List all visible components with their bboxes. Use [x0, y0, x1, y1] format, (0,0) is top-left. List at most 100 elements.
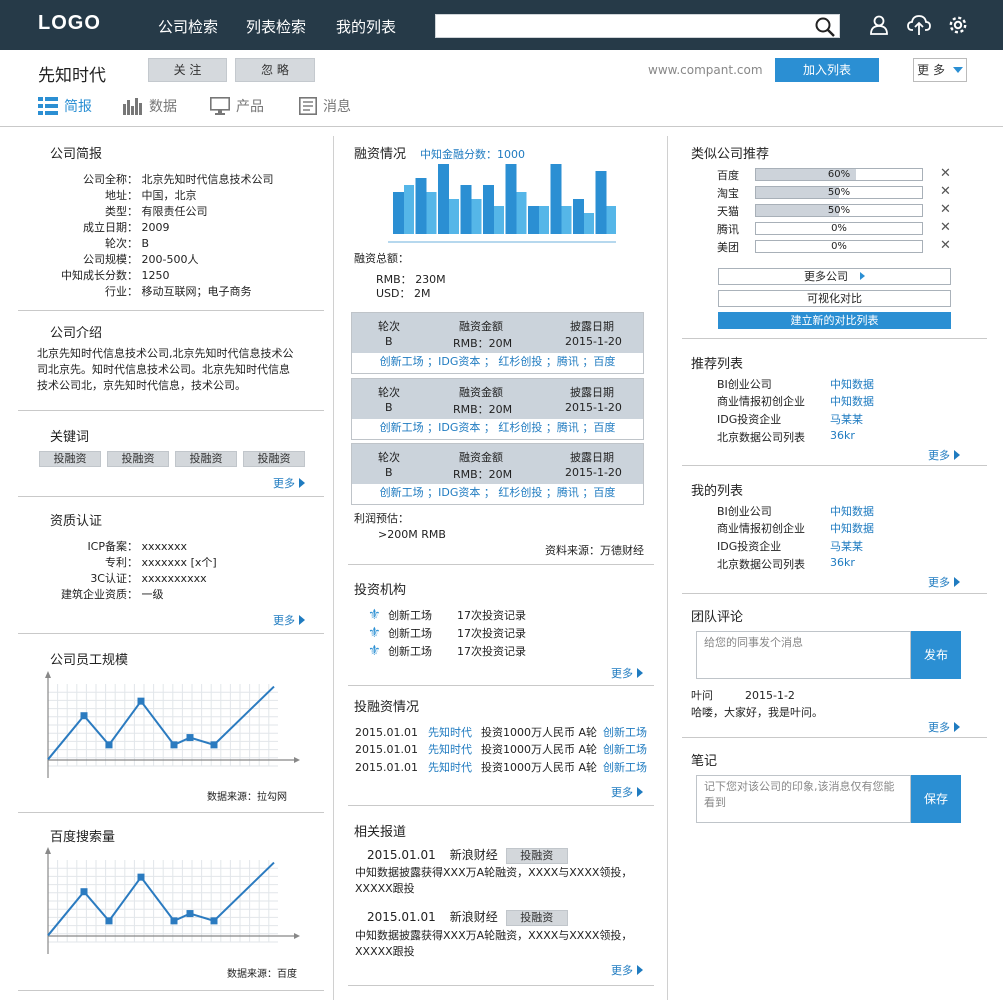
search-icon[interactable]	[814, 16, 836, 38]
list-name[interactable]: IDG投资企业	[717, 413, 781, 426]
news-text-cont[interactable]: XXXXX跟投	[355, 943, 415, 959]
recommend-more-link[interactable]: 更多	[928, 447, 960, 463]
amount-value: RMB：20M	[453, 403, 513, 416]
list-owner[interactable]: 中知数据	[830, 503, 874, 519]
brief-field-label: 公司规模：	[83, 253, 138, 266]
list-name[interactable]: IDG投资企业	[717, 540, 781, 553]
remove-icon[interactable]: ✕	[940, 203, 951, 216]
list-owner[interactable]: 中知数据	[830, 376, 874, 392]
intro-text: 北京先知时代信息技术公司,北京先知时代信息技术公司北京先。知时代信息技术公司。北…	[37, 347, 294, 392]
list-owner[interactable]: 马某某	[830, 538, 863, 554]
news-source[interactable]: 新浪财经	[450, 910, 498, 924]
list-owner[interactable]: 中知数据	[830, 520, 874, 536]
event-company[interactable]: 先知时代	[428, 726, 472, 739]
list-name[interactable]: 商业情报初创企业	[717, 522, 805, 535]
nav-my-list[interactable]: 我的列表	[336, 16, 396, 37]
event-investor[interactable]: 创新工场	[603, 726, 647, 739]
tab-messages[interactable]: 消息	[299, 96, 351, 116]
similar-company-name[interactable]: 百度	[717, 167, 739, 182]
investor-name[interactable]: 创新工场	[388, 609, 432, 622]
news-text[interactable]: 中知数据披露获得XXX万A轮融资，XXXX与XXXX领投，	[355, 864, 632, 880]
bar-chart-icon	[123, 97, 143, 115]
investor-links[interactable]: 创新工场 ；IDG资本 ； 红杉创投 ；腾讯 ；百度	[352, 419, 643, 439]
investors-more-link[interactable]: 更多	[611, 665, 643, 681]
financing-bar	[460, 185, 472, 234]
more-companies-button[interactable]: 更多公司	[718, 268, 951, 285]
mylist-more-link[interactable]: 更多	[928, 574, 960, 590]
keyword-tag[interactable]: 投融资	[243, 451, 305, 467]
gear-icon[interactable]	[947, 14, 969, 36]
investor-name[interactable]: 创新工场	[388, 627, 432, 640]
investor-name[interactable]: 创新工场	[388, 645, 432, 658]
similar-company-name[interactable]: 天猫	[717, 203, 739, 218]
keywords-title: 关键词	[50, 430, 90, 445]
note-input[interactable]: 记下您对该公司的印象,该消息仅有您能看到	[696, 775, 911, 823]
event-investor[interactable]: 创新工场	[603, 761, 647, 774]
brief-field-value: 有限责任公司	[141, 205, 208, 218]
remove-icon[interactable]: ✕	[940, 167, 951, 180]
tab-data[interactable]: 数据	[123, 96, 177, 116]
similarity-bar: 60%	[755, 168, 923, 181]
list-name[interactable]: 商业情报初创企业	[717, 395, 805, 408]
new-compare-list-button[interactable]: 建立新的对比列表	[718, 312, 951, 329]
list-name[interactable]: 北京数据公司列表	[717, 431, 805, 444]
news-tag[interactable]: 投融资	[505, 848, 568, 864]
visual-compare-button[interactable]: 可视化对比	[718, 290, 951, 307]
news-more-link[interactable]: 更多	[611, 962, 643, 978]
add-to-list-button[interactable]: 加入列表	[775, 58, 879, 82]
logo[interactable]: LOGO	[38, 12, 101, 35]
keyword-tag[interactable]: 投融资	[107, 451, 169, 467]
upload-icon[interactable]	[907, 14, 931, 36]
publish-button[interactable]: 发布	[911, 631, 961, 679]
nav-list-search[interactable]: 列表检索	[246, 16, 306, 37]
comment-input[interactable]: 给您的同事发个消息	[696, 631, 911, 679]
save-button[interactable]: 保存	[911, 775, 961, 823]
news-title: 相关报道	[354, 825, 407, 840]
invest-events-title: 投融资情况	[354, 700, 420, 715]
financing-bar	[494, 206, 504, 234]
financing-bar	[449, 199, 459, 234]
list-icon	[38, 97, 58, 115]
similar-company-name[interactable]: 淘宝	[717, 185, 739, 200]
brief-field-value: B	[141, 237, 150, 250]
comments-more-link[interactable]: 更多	[928, 719, 960, 735]
qualification-more-link[interactable]: 更多	[273, 612, 305, 628]
keywords-more-link[interactable]: 更多	[273, 475, 305, 491]
tab-brief[interactable]: 简报	[38, 96, 92, 116]
news-source[interactable]: 新浪财经	[450, 848, 498, 862]
section-divider	[348, 685, 654, 686]
user-icon[interactable]	[868, 14, 890, 36]
company-url[interactable]: www.compant.com	[648, 63, 763, 77]
tab-products[interactable]: 产品	[210, 96, 264, 116]
remove-icon[interactable]: ✕	[940, 185, 951, 198]
news-text[interactable]: 中知数据披露获得XXX万A轮融资，XXXX与XXXX领投，	[355, 927, 632, 943]
invest-events-more-link[interactable]: 更多	[611, 784, 643, 800]
news-tag[interactable]: 投融资	[505, 910, 568, 926]
notes-title: 笔记	[691, 754, 718, 769]
list-name[interactable]: BI创业公司	[717, 505, 772, 518]
keyword-tag[interactable]: 投融资	[175, 451, 237, 467]
investor-links[interactable]: 创新工场 ；IDG资本 ； 红杉创投 ；腾讯 ；百度	[352, 353, 643, 373]
search-input[interactable]	[436, 15, 806, 37]
follow-button[interactable]: 关 注	[148, 58, 227, 82]
ignore-button[interactable]: 忽 略	[235, 58, 315, 82]
list-name[interactable]: 北京数据公司列表	[717, 558, 805, 571]
similar-company-name[interactable]: 腾讯	[717, 221, 739, 236]
event-company[interactable]: 先知时代	[428, 761, 472, 774]
remove-icon[interactable]: ✕	[940, 239, 951, 252]
list-owner[interactable]: 36kr	[830, 556, 855, 569]
similar-company-name[interactable]: 美团	[717, 239, 739, 254]
list-owner[interactable]: 36kr	[830, 429, 855, 442]
event-investor[interactable]: 创新工场	[603, 743, 647, 756]
keyword-tag[interactable]: 投融资	[39, 451, 101, 467]
more-dropdown[interactable]: 更 多	[913, 58, 967, 82]
nav-company-search[interactable]: 公司检索	[158, 16, 218, 37]
list-owner[interactable]: 中知数据	[830, 393, 874, 409]
event-company[interactable]: 先知时代	[428, 743, 472, 756]
list-name[interactable]: BI创业公司	[717, 378, 772, 391]
news-text-cont[interactable]: XXXXX跟投	[355, 880, 415, 896]
remove-icon[interactable]: ✕	[940, 221, 951, 234]
list-owner[interactable]: 马某某	[830, 411, 863, 427]
section-divider	[18, 310, 324, 311]
investor-links[interactable]: 创新工场 ；IDG资本 ； 红杉创投 ；腾讯 ；百度	[352, 484, 643, 504]
